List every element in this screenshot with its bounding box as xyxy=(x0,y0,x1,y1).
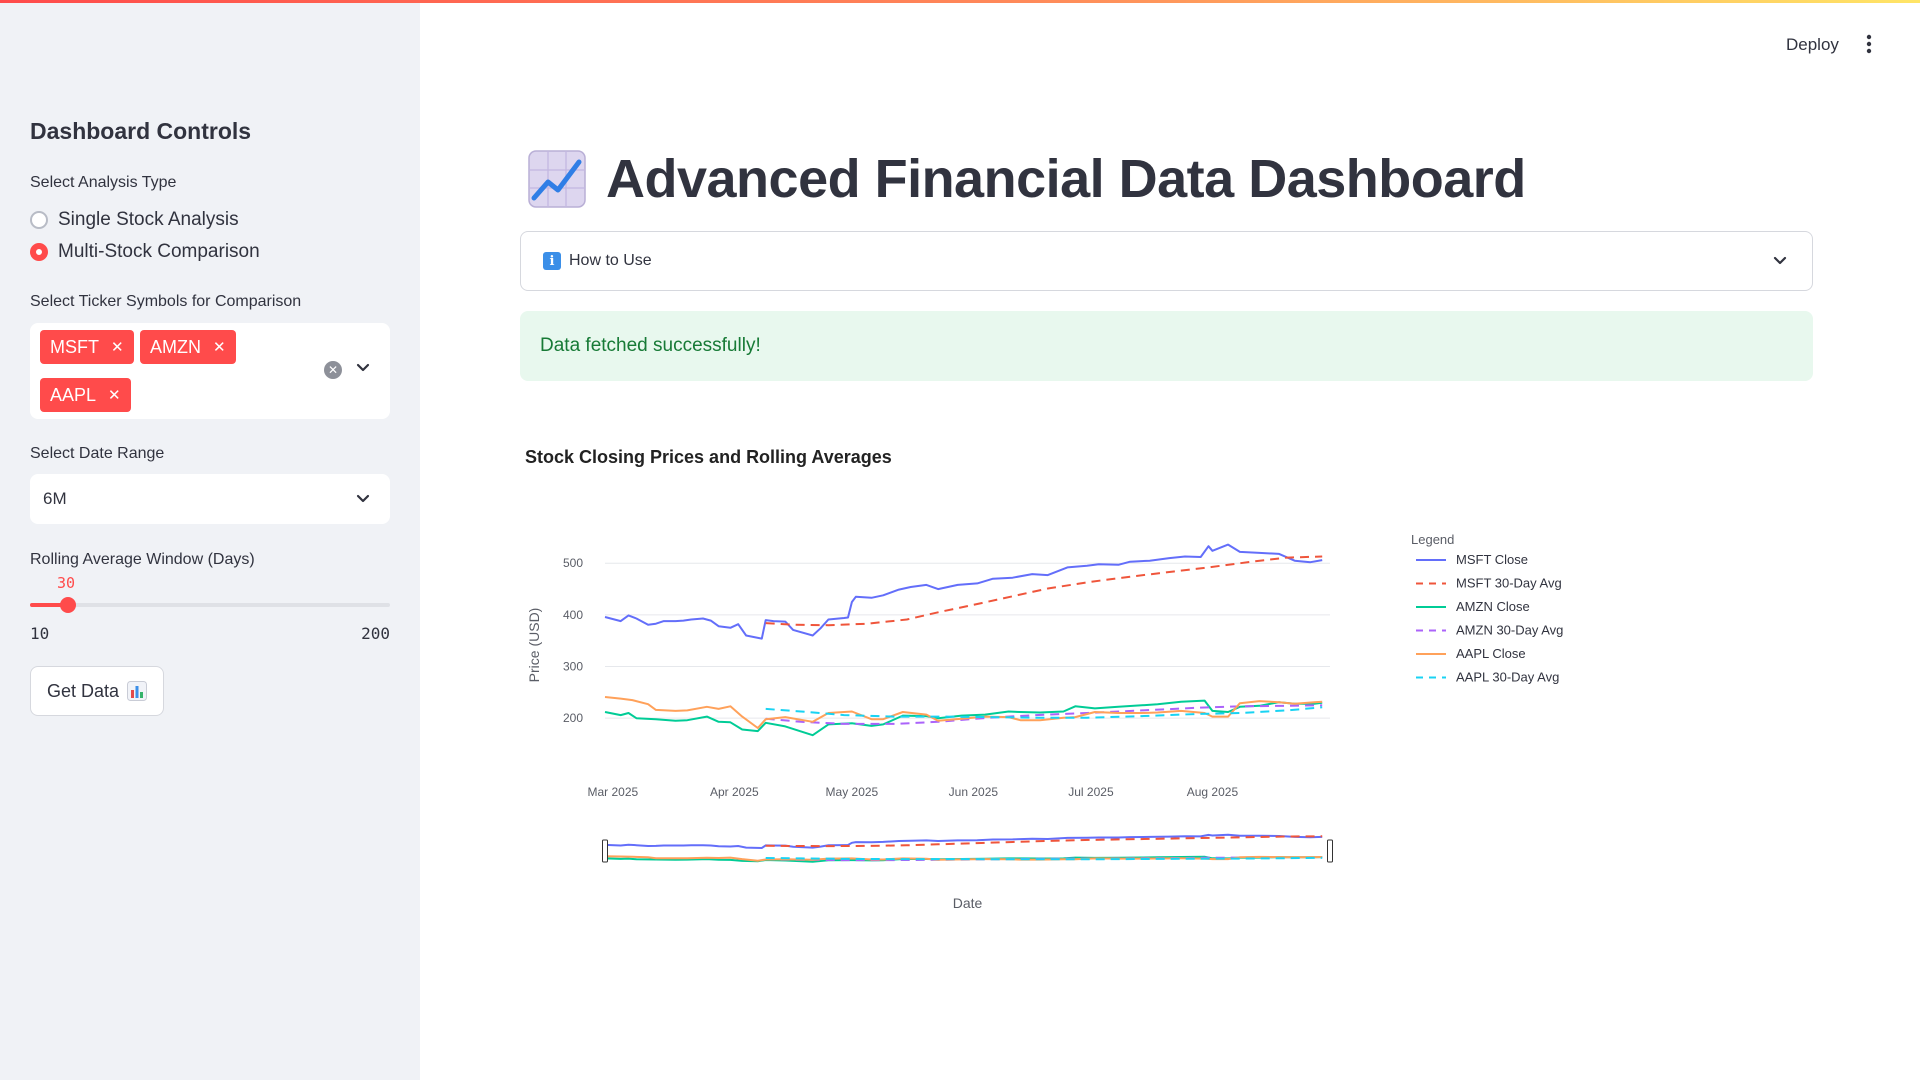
chevron-down-icon[interactable] xyxy=(356,363,370,373)
date-range-value: 6M xyxy=(43,489,67,508)
ticker-tag-amzn: AMZN ✕ xyxy=(140,330,236,364)
range-handle-left[interactable] xyxy=(602,839,608,863)
chevron-down-icon[interactable] xyxy=(356,494,370,504)
success-message: Data fetched successfully! xyxy=(540,335,761,356)
deploy-button[interactable]: Deploy xyxy=(1786,35,1839,55)
kebab-menu-icon[interactable] xyxy=(1866,34,1872,54)
tag-label: MSFT xyxy=(50,336,99,357)
radio-button[interactable] xyxy=(30,211,48,229)
get-data-label: Get Data xyxy=(46,680,120,701)
bar-chart-icon xyxy=(127,681,148,701)
y-tick-label: 500 xyxy=(563,556,583,570)
legend-item-aapl-close[interactable]: AAPL Close xyxy=(1456,646,1526,661)
remove-tag-icon[interactable]: ✕ xyxy=(111,338,124,356)
x-tick-label: Apr 2025 xyxy=(710,785,759,799)
radio-button-selected[interactable] xyxy=(30,243,48,261)
slider-track[interactable] xyxy=(30,603,390,607)
x-tick-label: May 2025 xyxy=(826,785,879,799)
radio-single-stock[interactable]: Single Stock Analysis xyxy=(30,209,239,231)
legend-item-msft-close[interactable]: MSFT Close xyxy=(1456,552,1528,567)
legend-item-aapl-30day-avg[interactable]: AAPL 30-Day Avg xyxy=(1456,670,1559,685)
legend-item-msft-30day-avg[interactable]: MSFT 30-Day Avg xyxy=(1456,576,1562,591)
tag-label: AMZN xyxy=(150,336,201,357)
slider-min-label: 10 xyxy=(30,624,50,643)
slider-thumb[interactable] xyxy=(59,597,76,613)
stock-price-chart[interactable]: LegendMSFT Close MSFT 30-Day Avg AMZN Clos… xyxy=(520,520,1820,920)
legend-item-amzn-close[interactable]: AMZN Close xyxy=(1456,599,1530,614)
ticker-tag-msft: MSFT ✕ xyxy=(40,330,134,364)
success-alert: Data fetched successfully! xyxy=(520,311,1813,381)
x-tick-label: Aug 2025 xyxy=(1187,785,1239,799)
remove-tag-icon[interactable]: ✕ xyxy=(108,386,121,404)
y-tick-label: 200 xyxy=(563,711,583,725)
y-axis-title: Price (USD) xyxy=(526,608,542,683)
legend-item-amzn-30day-avg[interactable]: AMZN 30-Day Avg xyxy=(1456,623,1563,638)
expander-label: How to Use xyxy=(569,252,652,269)
remove-tag-icon[interactable]: ✕ xyxy=(213,338,226,356)
how-to-use-expander[interactable]: i How to Use xyxy=(520,231,1813,291)
sidebar: Dashboard Controls Select Analysis Type … xyxy=(0,0,420,1080)
info-icon: i xyxy=(543,252,561,270)
radio-label: Single Stock Analysis xyxy=(58,209,239,230)
rolling-window-label: Rolling Average Window (Days) xyxy=(30,551,255,568)
analysis-type-label: Select Analysis Type xyxy=(30,174,177,191)
ticker-tag-aapl: AAPL ✕ xyxy=(40,378,131,412)
date-range-label: Select Date Range xyxy=(30,445,165,462)
slider-current-value: 30 xyxy=(57,574,76,592)
x-axis-title: Date xyxy=(953,895,983,911)
series-line-aapl-close[interactable] xyxy=(604,696,1323,729)
radio-label: Multi-Stock Comparison xyxy=(58,241,260,262)
page-title: Advanced Financial Data Dashboard xyxy=(606,149,1526,209)
x-tick-label: Jul 2025 xyxy=(1068,785,1114,799)
sidebar-title: Dashboard Controls xyxy=(30,118,252,144)
tag-label: AAPL xyxy=(50,384,97,405)
y-tick-label: 400 xyxy=(563,608,583,622)
top-decoration-bar xyxy=(0,0,1920,3)
page-title-row: Advanced Financial Data Dashboard xyxy=(528,148,1526,210)
ticker-multiselect[interactable]: MSFT ✕ AMZN ✕ AAPL ✕ ✕ xyxy=(30,323,390,419)
x-tick-label: Mar 2025 xyxy=(587,785,638,799)
slider-max-label: 200 xyxy=(361,624,390,643)
date-range-select[interactable]: 6M xyxy=(30,474,390,524)
y-tick-label: 300 xyxy=(563,660,583,674)
chart-increasing-icon xyxy=(528,150,586,208)
radio-multi-stock[interactable]: Multi-Stock Comparison xyxy=(30,241,260,263)
ticker-label: Select Ticker Symbols for Comparison xyxy=(30,293,302,310)
series-line-msft-close[interactable] xyxy=(604,543,1323,640)
chevron-down-icon[interactable] xyxy=(1773,256,1787,266)
legend-title: Legend xyxy=(1411,532,1454,547)
x-tick-label: Jun 2025 xyxy=(949,785,999,799)
range-handle-right[interactable] xyxy=(1327,839,1333,863)
chart-title: Stock Closing Prices and Rolling Average… xyxy=(525,447,892,467)
clear-all-icon[interactable]: ✕ xyxy=(324,361,342,379)
get-data-button[interactable]: Get Data xyxy=(30,666,164,716)
